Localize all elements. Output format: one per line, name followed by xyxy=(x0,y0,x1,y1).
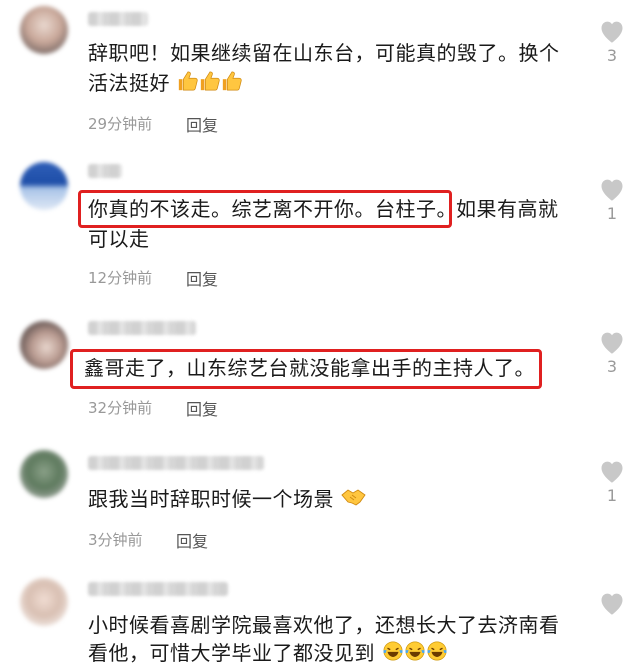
thumbs-up-icon xyxy=(177,70,199,100)
like-button[interactable]: 1 xyxy=(592,458,632,505)
avatar[interactable] xyxy=(20,321,68,369)
avatar[interactable] xyxy=(20,162,68,210)
comment-item: 鑫哥走了，山东综艺台就没能拿出手的主持人了。 32分钟前 回复 3 xyxy=(0,315,640,440)
username-blurred[interactable] xyxy=(88,456,264,470)
heart-icon xyxy=(601,593,623,615)
thumbs-up-icon xyxy=(221,70,243,100)
comment-text-line: 小时候看喜剧学院最喜欢他了，还想长大了去济南看 xyxy=(88,613,560,637)
thumbs-up-icon xyxy=(199,70,221,100)
comment-text-highlighted: 你真的不该走。综艺离不开你。台柱子。 xyxy=(88,197,457,221)
like-button[interactable]: 3 xyxy=(592,329,632,376)
handshake-icon xyxy=(341,486,367,516)
heart-icon xyxy=(601,21,623,43)
avatar[interactable] xyxy=(20,450,68,498)
laughing-tears-icon xyxy=(426,640,448,670)
comment-timestamp: 29分钟前 xyxy=(88,115,153,133)
reply-button[interactable]: 回复 xyxy=(186,266,218,290)
comment-item: 你真的不该走。综艺离不开你。台柱子。 如果有高就 可以走 12分钟前 回复 1 xyxy=(0,150,640,315)
avatar[interactable] xyxy=(20,578,68,626)
avatar[interactable] xyxy=(20,6,68,54)
laughing-tears-icon xyxy=(404,640,426,670)
username-blurred[interactable] xyxy=(88,164,122,178)
like-button[interactable] xyxy=(592,590,632,616)
username-blurred[interactable] xyxy=(88,12,148,26)
reply-button[interactable]: 回复 xyxy=(186,396,218,420)
heart-icon xyxy=(601,179,623,201)
comment-text-line: 辞职吧！如果继续留在山东台，可能真的毁了。换个 xyxy=(88,41,560,65)
like-count: 1 xyxy=(606,486,618,505)
comment-item: 辞职吧！如果继续留在山东台，可能真的毁了。换个 活法挺好 29分钟前 回复 3 xyxy=(0,0,640,150)
like-button[interactable]: 3 xyxy=(592,18,632,65)
comment-text-line: 可以走 xyxy=(88,227,150,251)
comment-text: 活法挺好 xyxy=(88,71,170,95)
comment-timestamp: 12分钟前 xyxy=(88,269,153,287)
heart-icon xyxy=(601,332,623,354)
comment-text: 跟我当时辞职时候一个场景 xyxy=(88,487,334,511)
reply-button[interactable]: 回复 xyxy=(186,112,218,136)
like-count: 3 xyxy=(606,46,618,65)
laughing-tears-icon xyxy=(382,640,404,670)
username-blurred[interactable] xyxy=(88,582,228,596)
comment-text-line: 如果有高就 xyxy=(456,197,559,221)
comment-text-line: 活法挺好 xyxy=(88,68,243,100)
comment-item: 小时候看喜剧学院最喜欢他了，还想长大了去济南看 看他，可惜大学毕业了都没见到 xyxy=(0,570,640,670)
reply-button[interactable]: 回复 xyxy=(176,528,208,552)
comment-text: 看他，可惜大学毕业了都没见到 xyxy=(88,641,375,665)
like-count: 3 xyxy=(606,357,618,376)
comment-text-line: 看他，可惜大学毕业了都没见到 xyxy=(88,638,448,670)
comment-text-highlighted: 鑫哥走了，山东综艺台就没能拿出手的主持人了。 xyxy=(84,356,535,380)
username-blurred[interactable] xyxy=(88,321,196,335)
heart-icon xyxy=(601,461,623,483)
comment-timestamp: 32分钟前 xyxy=(88,399,153,417)
like-button[interactable]: 1 xyxy=(592,176,632,223)
comment-text-line: 跟我当时辞职时候一个场景 xyxy=(88,484,367,516)
like-count: 1 xyxy=(606,204,618,223)
comment-timestamp: 3分钟前 xyxy=(88,531,143,549)
comment-item: 跟我当时辞职时候一个场景 3分钟前 回复 1 xyxy=(0,440,640,570)
